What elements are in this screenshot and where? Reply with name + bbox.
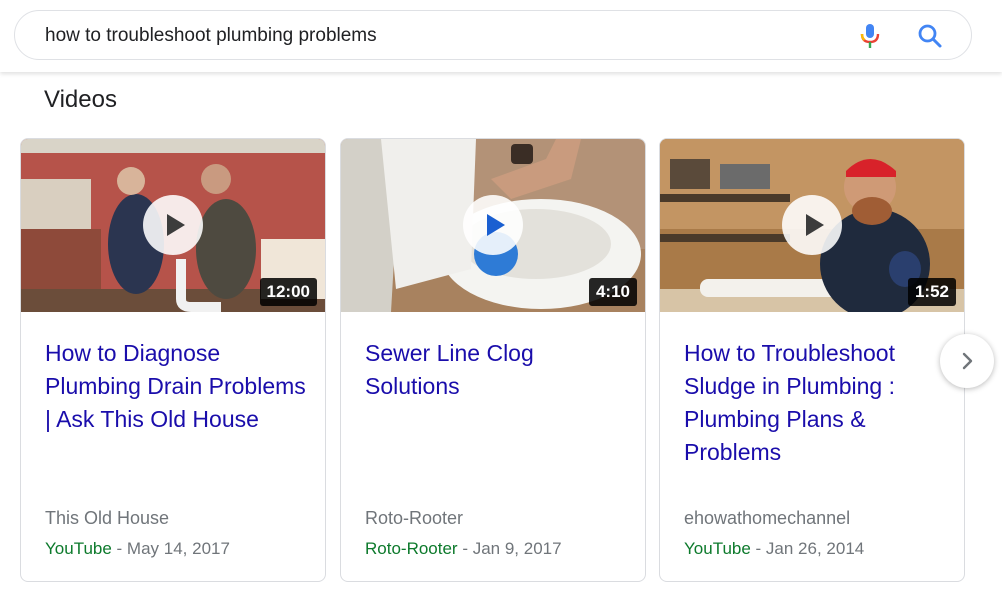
video-site: YouTube [45, 539, 112, 558]
play-icon[interactable] [143, 195, 203, 255]
search-input[interactable] [45, 23, 805, 49]
video-title[interactable]: Sewer Line Clog Solutions [365, 337, 627, 403]
search-header [0, 0, 1002, 72]
video-thumbnail[interactable]: 4:10 [341, 139, 645, 312]
video-site: YouTube [684, 539, 751, 558]
section-title: Videos [44, 86, 117, 113]
video-meta: YouTube - May 14, 2017 [45, 539, 230, 559]
video-site: Roto-Rooter [365, 539, 458, 558]
video-meta: Roto-Rooter - Jan 9, 2017 [365, 539, 562, 559]
search-box[interactable] [14, 10, 972, 60]
search-icon[interactable] [915, 21, 945, 51]
video-thumbnail[interactable]: 12:00 [21, 139, 325, 312]
video-meta: YouTube - Jan 26, 2014 [684, 539, 864, 559]
microphone-icon[interactable] [855, 21, 885, 51]
play-icon[interactable] [782, 195, 842, 255]
next-button[interactable] [940, 334, 994, 388]
video-duration: 12:00 [259, 278, 317, 306]
video-card[interactable]: 1:52 How to Troubleshoot Sludge in Plumb… [659, 138, 965, 582]
video-duration: 1:52 [907, 278, 956, 306]
video-date: - May 14, 2017 [111, 539, 230, 558]
video-channel: ehowathomechannel [684, 508, 851, 528]
video-date: - Jan 9, 2017 [457, 539, 562, 558]
play-icon[interactable] [463, 195, 523, 255]
video-title[interactable]: How to Diagnose Plumbing Drain Problems … [45, 337, 307, 436]
video-card[interactable]: 12:00 How to Diagnose Plumbing Drain Pro… [20, 138, 326, 582]
video-duration: 4:10 [588, 278, 637, 306]
chevron-right-icon [962, 352, 973, 370]
video-channel: Roto-Rooter [365, 508, 464, 528]
video-card[interactable]: 4:10 Sewer Line Clog Solutions Roto-Root… [340, 138, 646, 582]
video-channel: This Old House [45, 508, 170, 528]
video-thumbnail[interactable]: 1:52 [660, 139, 964, 312]
video-date: - Jan 26, 2014 [750, 539, 865, 558]
video-title[interactable]: How to Troubleshoot Sludge in Plumbing :… [684, 337, 946, 469]
